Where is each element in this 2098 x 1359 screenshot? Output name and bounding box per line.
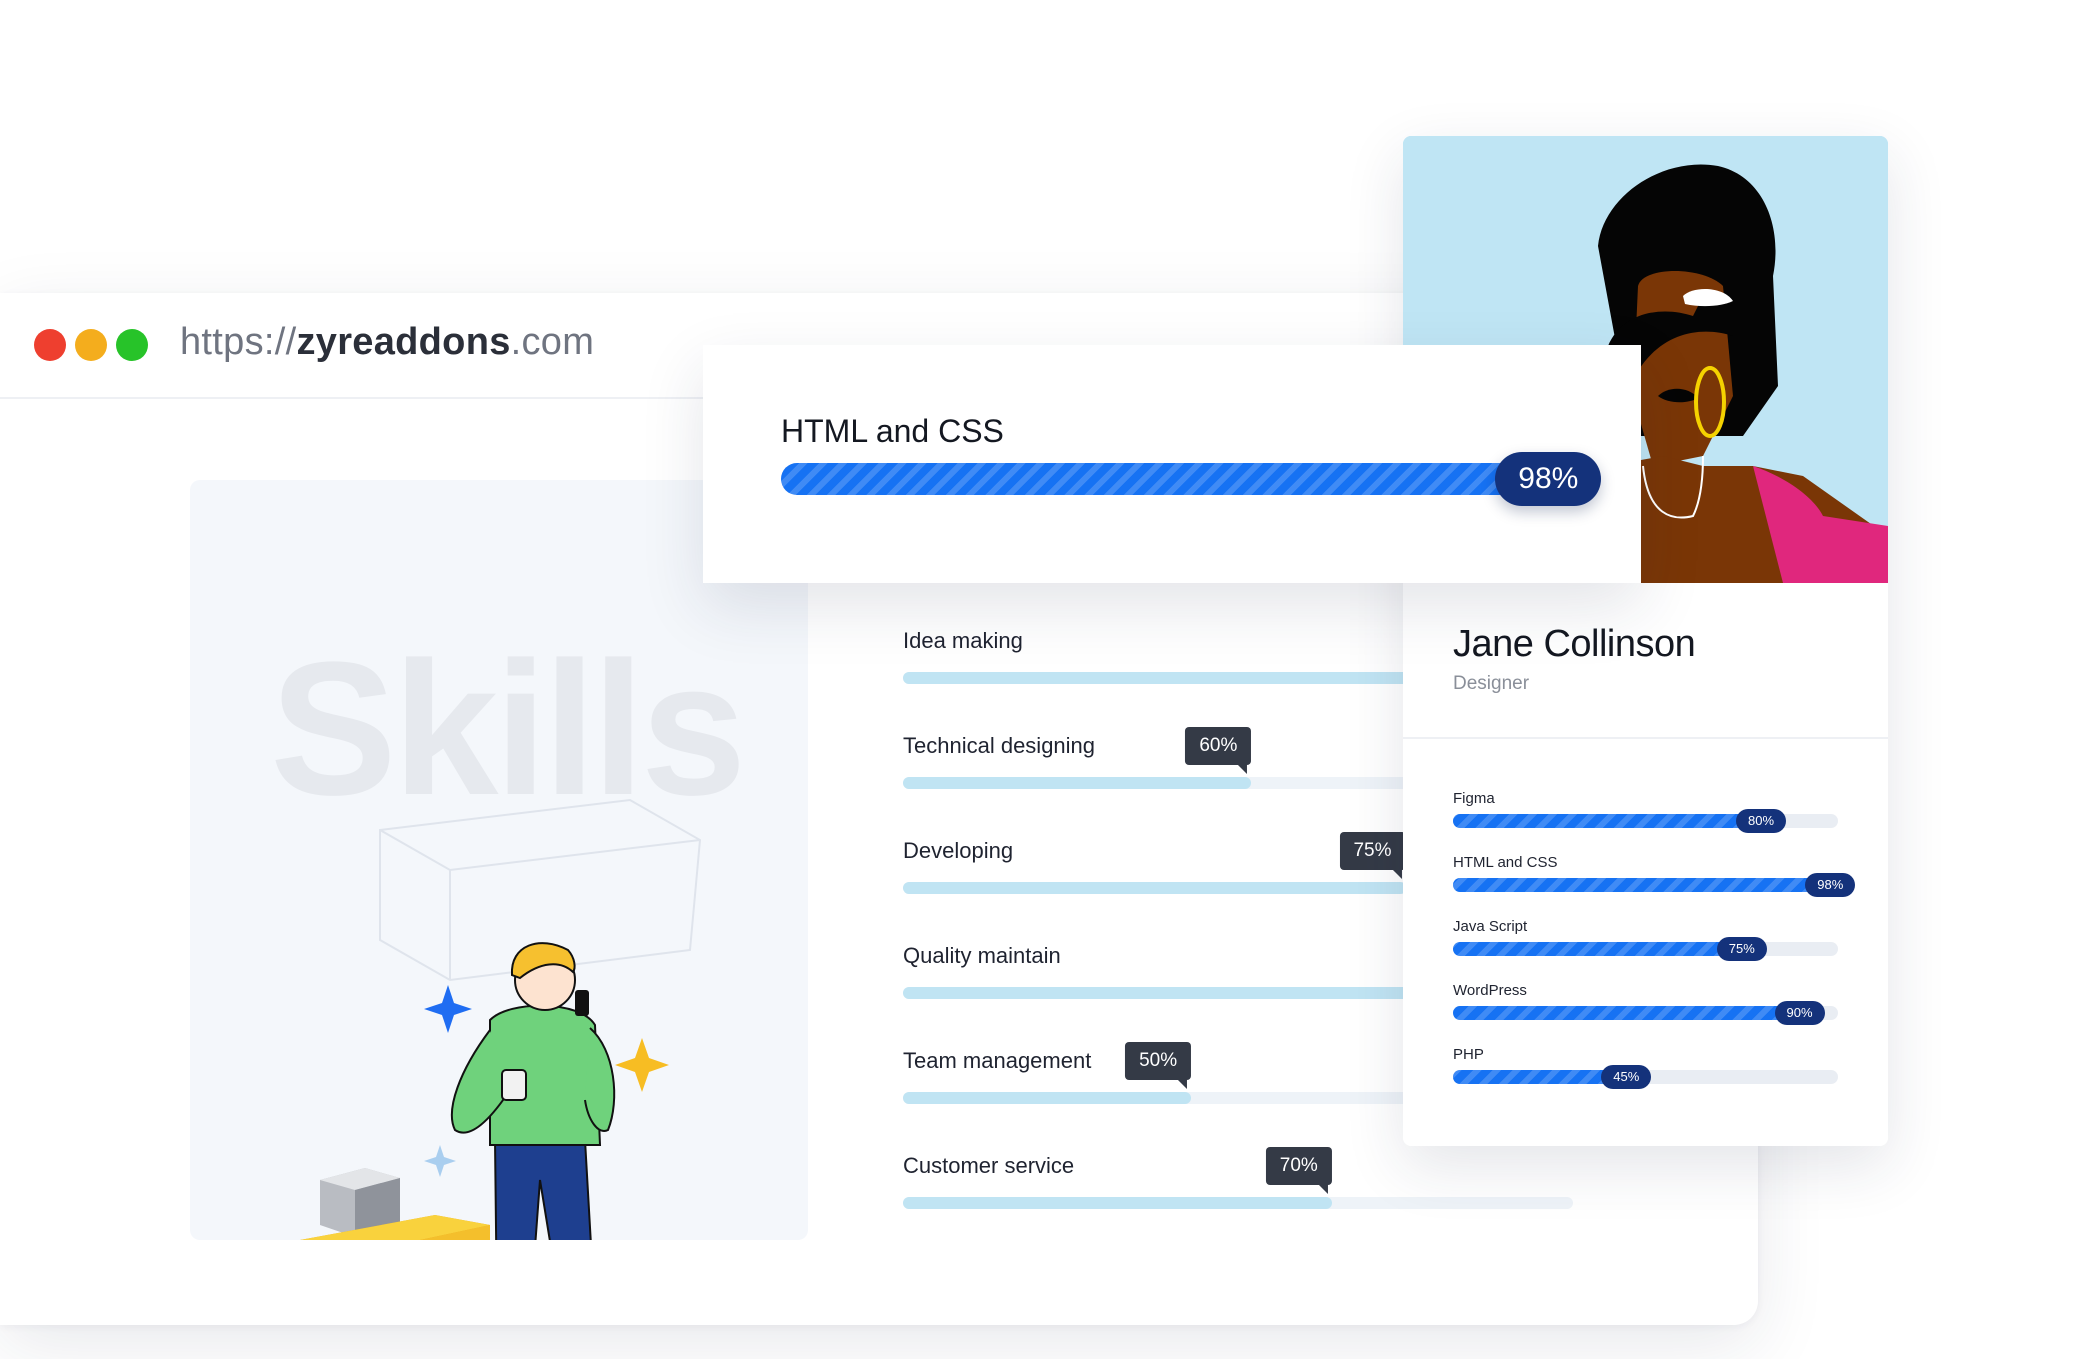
profile-skill-badge: 75% [1716, 937, 1767, 961]
skill-fill [903, 777, 1252, 789]
skill-tooltip: 75% [1339, 832, 1406, 879]
skill-label: Idea making [903, 628, 1023, 653]
skill-tooltip: 70% [1265, 1147, 1332, 1194]
profile-skill-track: 80% [1453, 809, 1838, 833]
minimize-window-button[interactable] [75, 329, 107, 361]
skill-fill [903, 882, 1406, 894]
skill-label: Technical designing [903, 733, 1096, 758]
profile-skill-track: 45% [1453, 1065, 1838, 1089]
profile-skill-row: PHP 45% [1453, 1046, 1838, 1106]
featured-skill-badge: 98% [1495, 452, 1602, 506]
sparkle-icon [424, 985, 472, 1033]
sparkle-icon [615, 1038, 669, 1092]
skill-label: Customer service [903, 1153, 1075, 1178]
divider [1403, 737, 1888, 739]
profile-skill-track: 98% [1453, 873, 1856, 897]
featured-skill-fill [781, 463, 1549, 495]
profile-skill-badge: 98% [1805, 873, 1856, 897]
profile-skill-badge: 80% [1736, 809, 1786, 833]
skill-label: Team management [903, 1048, 1092, 1073]
url-text[interactable]: https://zyreaddons.com [180, 321, 594, 364]
profile-skill-row: WordPress 90% [1453, 982, 1838, 1042]
featured-skill-track: 98% [781, 452, 1602, 506]
profile-skill-row: Figma 80% [1453, 790, 1838, 850]
profile-skill-track: 90% [1453, 1001, 1838, 1025]
skill-tooltip: 60% [1185, 727, 1252, 774]
profile-skill-label: WordPress [1453, 982, 1527, 999]
profile-skill-label: Figma [1453, 790, 1495, 807]
skill-track [903, 1197, 1573, 1209]
profile-skill-fill [1453, 1070, 1627, 1084]
skill-tooltip: 50% [1125, 1042, 1192, 1089]
featured-skill-card: HTML and CSS 98% [703, 345, 1641, 583]
profile-skill-label: HTML and CSS [1453, 854, 1558, 871]
profile-skill-label: PHP [1453, 1046, 1484, 1063]
profile-skill-fill [1453, 942, 1742, 956]
profile-skill-fill [1453, 1006, 1800, 1020]
skill-fill [903, 1197, 1332, 1209]
skill-fill [903, 672, 1439, 684]
profile-skill-fill [1453, 814, 1761, 828]
profile-skill-track: 75% [1453, 937, 1838, 961]
skill-fill [903, 1092, 1192, 1104]
skill-label: Developing [903, 838, 1014, 863]
maximize-window-button[interactable] [116, 329, 148, 361]
profile-skill-badge: 45% [1601, 1065, 1652, 1089]
skill-label: Quality maintain [903, 943, 1061, 968]
profile-skill-fill [1453, 878, 1831, 892]
profile-skill-row: HTML and CSS 98% [1453, 854, 1856, 914]
profile-role: Designer [1453, 673, 1530, 694]
skills-illustration-panel: Skills [190, 480, 808, 1240]
profile-skill-badge: 90% [1774, 1001, 1825, 1025]
featured-skill-label: HTML and CSS [781, 413, 1004, 449]
person-illustration [300, 798, 702, 1240]
profile-skill-label: Java Script [1453, 918, 1528, 935]
skill-fill [903, 987, 1439, 999]
profile-skill-row: Java Script 75% [1453, 918, 1838, 978]
skill-row: Customer service 70% [903, 1147, 1573, 1253]
profile-card: Jane Collinson Designer Figma 80% HTML a… [1403, 136, 1888, 1146]
profile-name: Jane Collinson [1453, 623, 1696, 665]
close-window-button[interactable] [34, 329, 66, 361]
